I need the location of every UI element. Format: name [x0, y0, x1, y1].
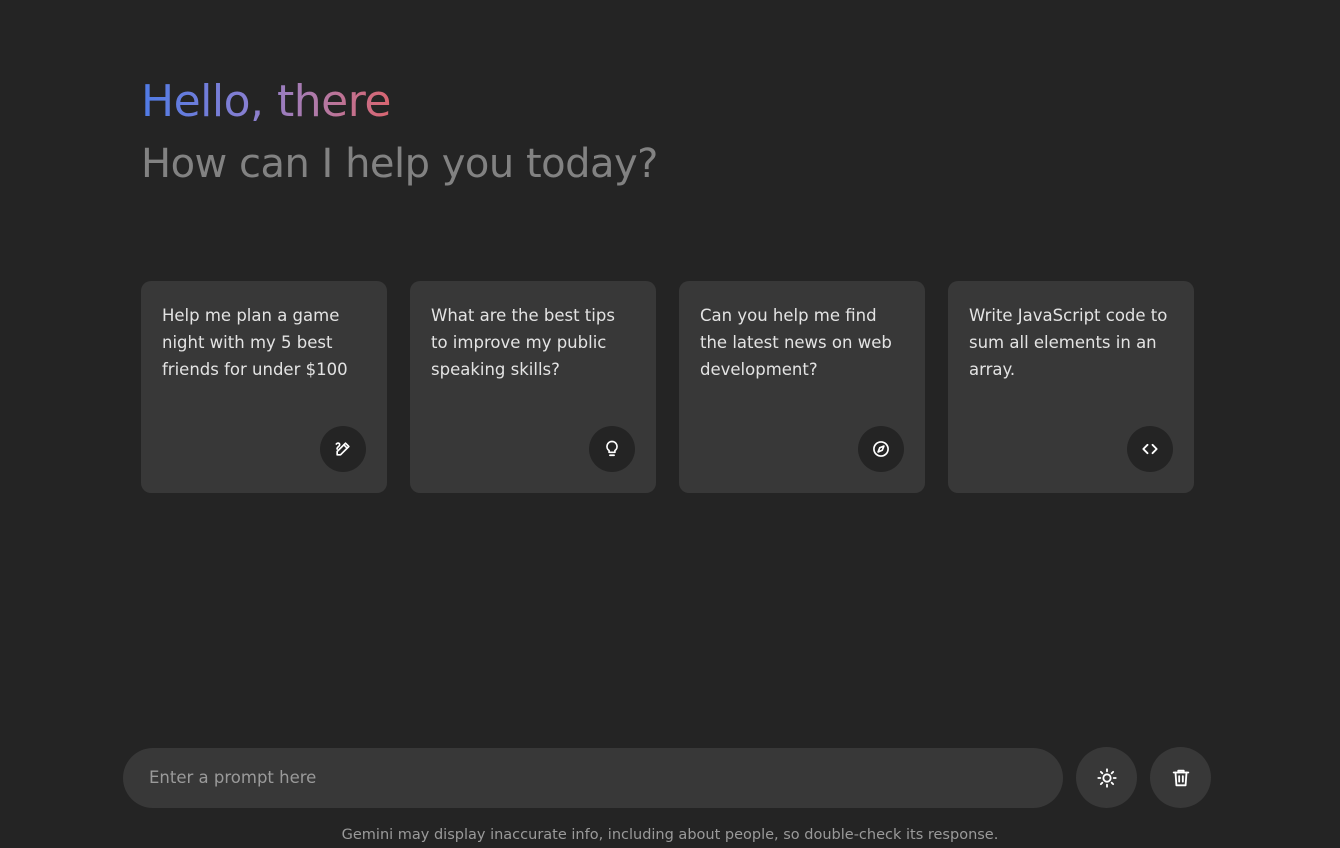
- prompt-input[interactable]: [123, 747, 1063, 808]
- suggestion-card[interactable]: Write JavaScript code to sum all element…: [948, 281, 1194, 493]
- sun-icon: [1096, 767, 1118, 789]
- code-icon: [1127, 426, 1173, 472]
- suggestion-card[interactable]: Help me plan a game night with my 5 best…: [141, 281, 387, 493]
- trash-icon: [1170, 767, 1192, 789]
- greeting-subtitle: How can I help you today?: [141, 141, 658, 187]
- suggestion-text: Help me plan a game night with my 5 best…: [162, 306, 348, 379]
- explore-icon: [858, 426, 904, 472]
- suggestion-text: What are the best tips to improve my pub…: [431, 306, 615, 379]
- delete-chat-button[interactable]: [1150, 747, 1211, 808]
- chat-page: Hello, there How can I help you today? H…: [0, 0, 1340, 848]
- typing-area: [123, 747, 1211, 808]
- suggestion-text: Can you help me find the latest news on …: [700, 306, 892, 379]
- lightbulb-icon: [589, 426, 635, 472]
- suggestion-card[interactable]: Can you help me find the latest news on …: [679, 281, 925, 493]
- greeting-title: Hello, there: [141, 74, 391, 130]
- disclaimer-text: Gemini may display inaccurate info, incl…: [341, 827, 999, 843]
- suggestion-list: Help me plan a game night with my 5 best…: [141, 281, 1194, 493]
- suggestion-text: Write JavaScript code to sum all element…: [969, 306, 1168, 379]
- suggestion-card[interactable]: What are the best tips to improve my pub…: [410, 281, 656, 493]
- header: Hello, there How can I help you today?: [141, 74, 658, 192]
- theme-toggle-button[interactable]: [1076, 747, 1137, 808]
- draw-icon: [320, 426, 366, 472]
